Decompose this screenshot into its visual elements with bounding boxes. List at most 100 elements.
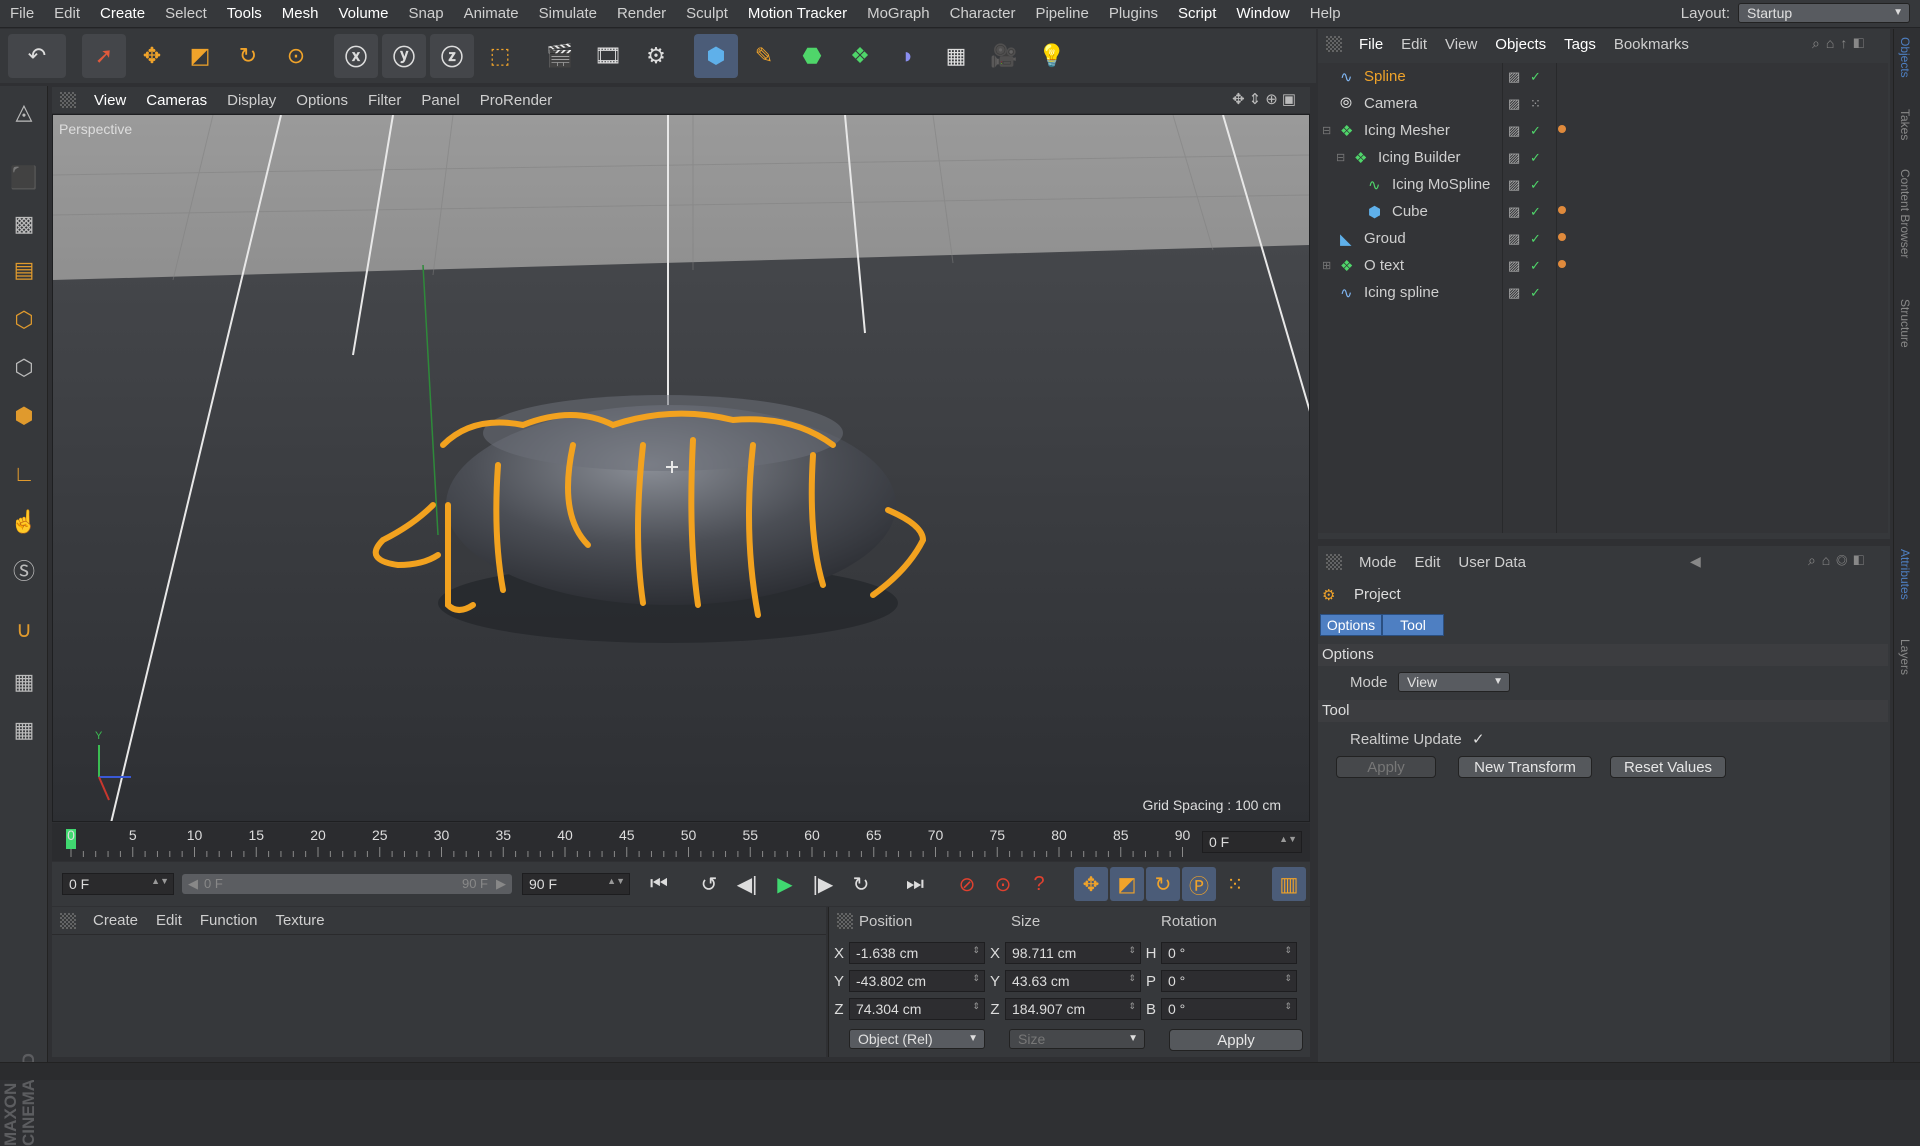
- polygons-mode-button[interactable]: ⬢: [4, 396, 44, 436]
- camera-button[interactable]: 🎥: [982, 34, 1026, 78]
- menu-character[interactable]: Character: [940, 5, 1026, 22]
- back-arrow-icon[interactable]: ◀: [1690, 553, 1701, 570]
- move-tool-button[interactable]: ✥: [130, 34, 174, 78]
- key-pla-button[interactable]: ⁙: [1218, 867, 1252, 901]
- 3d-viewport[interactable]: Y Perspective Grid Spacing : 100 cm: [52, 114, 1310, 822]
- tag-icon[interactable]: [1558, 125, 1566, 133]
- enabled-check-icon[interactable]: ✓: [1530, 231, 1541, 247]
- rotation-p-field[interactable]: 0 ° ⇕: [1161, 970, 1297, 992]
- undo-button[interactable]: ↶: [8, 34, 66, 78]
- axis-mode-button[interactable]: ∟: [4, 454, 44, 494]
- key-position-button[interactable]: ✥: [1074, 867, 1108, 901]
- menu-help[interactable]: Help: [1300, 5, 1351, 22]
- size-y-field[interactable]: 43.63 cm ⇕: [1005, 970, 1141, 992]
- side-tab-attributes[interactable]: Attributes: [1898, 549, 1912, 600]
- vp-menu-prorender[interactable]: ProRender: [470, 92, 563, 109]
- subdivision-button[interactable]: ⬣: [790, 34, 834, 78]
- record-button[interactable]: ⊘: [950, 867, 984, 901]
- tweak-mode-button[interactable]: ☝: [4, 502, 44, 542]
- visibility-toggle[interactable]: ▨: [1508, 69, 1520, 85]
- autokey-button[interactable]: ⊙: [986, 867, 1020, 901]
- disabled-x-icon[interactable]: ⁙: [1530, 96, 1541, 112]
- tab-tool[interactable]: Tool: [1382, 614, 1444, 636]
- enabled-check-icon[interactable]: ✓: [1530, 285, 1541, 301]
- search-icon[interactable]: ⌕⌂◎◧: [1808, 552, 1870, 569]
- enabled-check-icon[interactable]: ✓: [1530, 177, 1541, 193]
- menu-file[interactable]: File: [0, 5, 44, 22]
- obj-menu-objects[interactable]: Objects: [1486, 36, 1555, 53]
- snap-button[interactable]: ∪: [4, 610, 44, 650]
- visibility-toggle[interactable]: ▨: [1508, 285, 1520, 301]
- edges-mode-button[interactable]: ⬡: [4, 348, 44, 388]
- menu-render[interactable]: Render: [607, 5, 676, 22]
- tag-icon[interactable]: [1558, 260, 1566, 268]
- menu-animate[interactable]: Animate: [454, 5, 529, 22]
- go-to-end-button[interactable]: ⏭: [898, 867, 932, 901]
- render-settings-button[interactable]: ⚙: [634, 34, 678, 78]
- expand-icon[interactable]: ⊞: [1322, 259, 1331, 272]
- z-axis-lock-button[interactable]: ⓩ: [430, 34, 474, 78]
- coordinate-system-button[interactable]: ⬚: [478, 34, 522, 78]
- tag-icon[interactable]: [1558, 233, 1566, 241]
- mode-select[interactable]: View ▼: [1398, 672, 1510, 692]
- object-row-icing-spline[interactable]: ∿ Icing spline ▨ ✓: [1318, 279, 1888, 306]
- object-row-camera[interactable]: ⦾ Camera ▨ ⁙: [1318, 90, 1888, 117]
- new-transform-button[interactable]: New Transform: [1458, 756, 1592, 778]
- previous-frame-button[interactable]: ◀|: [730, 867, 764, 901]
- key-parameter-button[interactable]: Ⓟ: [1182, 867, 1216, 901]
- add-cube-button[interactable]: ⬢: [694, 34, 738, 78]
- attr-menu-mode[interactable]: Mode: [1350, 554, 1406, 571]
- current-frame-field[interactable]: 0 F ▲▼: [1202, 831, 1302, 853]
- tab-options[interactable]: Options: [1320, 614, 1382, 636]
- live-selection-button[interactable]: ➚: [82, 34, 126, 78]
- menu-simulate[interactable]: Simulate: [529, 5, 607, 22]
- keyframe-selection-button[interactable]: ?: [1022, 867, 1056, 901]
- workplane-mode-button[interactable]: ▤: [4, 250, 44, 290]
- end-frame-field[interactable]: 90 F ▲▼: [522, 873, 630, 895]
- planar-workplane-button[interactable]: ▦: [4, 710, 44, 750]
- menu-select[interactable]: Select: [155, 5, 217, 22]
- next-key-button[interactable]: ↻: [844, 867, 878, 901]
- collapse-icon[interactable]: ⊟: [1322, 124, 1331, 137]
- menu-pipeline[interactable]: Pipeline: [1025, 5, 1098, 22]
- workplane-lock-button[interactable]: ▦: [4, 662, 44, 702]
- side-tab-structure[interactable]: Structure: [1898, 299, 1912, 348]
- object-row-icing-mesher[interactable]: ⊟ ❖ Icing Mesher ▨ ✓: [1318, 117, 1888, 144]
- vp-menu-options[interactable]: Options: [286, 92, 358, 109]
- layout-dropdown[interactable]: Startup ▼: [1738, 3, 1910, 23]
- enabled-check-icon[interactable]: ✓: [1530, 69, 1541, 85]
- enabled-check-icon[interactable]: ✓: [1530, 150, 1541, 166]
- visibility-toggle[interactable]: ▨: [1508, 177, 1520, 193]
- play-button[interactable]: ▶: [768, 867, 802, 901]
- previous-key-button[interactable]: ↺: [692, 867, 726, 901]
- mat-menu-function[interactable]: Function: [191, 912, 267, 929]
- timeline-ruler[interactable]: 0 5 10 15 20 25 30 35 40 45 50 55 60 65 70 75 80 85 90 0 F…: [52, 823, 1310, 861]
- vp-menu-cameras[interactable]: Cameras: [136, 92, 217, 109]
- viewport-nav-icons[interactable]: ✥⇕⊕▣: [1232, 90, 1300, 108]
- side-tab-objects[interactable]: Objects: [1898, 37, 1912, 78]
- reset-values-button[interactable]: Reset Values: [1610, 756, 1726, 778]
- vp-menu-panel[interactable]: Panel: [411, 92, 469, 109]
- render-view-button[interactable]: 🎬: [538, 34, 582, 78]
- frame-range-slider[interactable]: ◀ 0 F 90 F ▶: [182, 874, 512, 894]
- mat-menu-create[interactable]: Create: [84, 912, 147, 929]
- search-icon[interactable]: ⌕⌂↑◧: [1812, 35, 1870, 52]
- pen-tool-button[interactable]: ✎: [742, 34, 786, 78]
- object-row-o-text[interactable]: ⊞ ❖ O text ▨ ✓: [1318, 252, 1888, 279]
- key-scale-button[interactable]: ◩: [1110, 867, 1144, 901]
- deformer-button[interactable]: ◗: [886, 34, 930, 78]
- visibility-toggle[interactable]: ▨: [1508, 204, 1520, 220]
- visibility-toggle[interactable]: ▨: [1508, 231, 1520, 247]
- menu-plugins[interactable]: Plugins: [1099, 5, 1168, 22]
- points-mode-button[interactable]: ⬡: [4, 300, 44, 340]
- side-tab-content-browser[interactable]: Content Browser: [1898, 169, 1912, 258]
- menu-sculpt[interactable]: Sculpt: [676, 5, 738, 22]
- key-rotation-button[interactable]: ↻: [1146, 867, 1180, 901]
- menu-script[interactable]: Script: [1168, 5, 1226, 22]
- enabled-check-icon[interactable]: ✓: [1530, 258, 1541, 274]
- position-z-field[interactable]: 74.304 cm ⇕: [849, 998, 985, 1020]
- object-row-icing-builder[interactable]: ⊟ ❖ Icing Builder ▨ ✓: [1318, 144, 1888, 171]
- visibility-toggle[interactable]: ▨: [1508, 96, 1520, 112]
- light-button[interactable]: 💡: [1030, 34, 1074, 78]
- rotation-b-field[interactable]: 0 ° ⇕: [1161, 998, 1297, 1020]
